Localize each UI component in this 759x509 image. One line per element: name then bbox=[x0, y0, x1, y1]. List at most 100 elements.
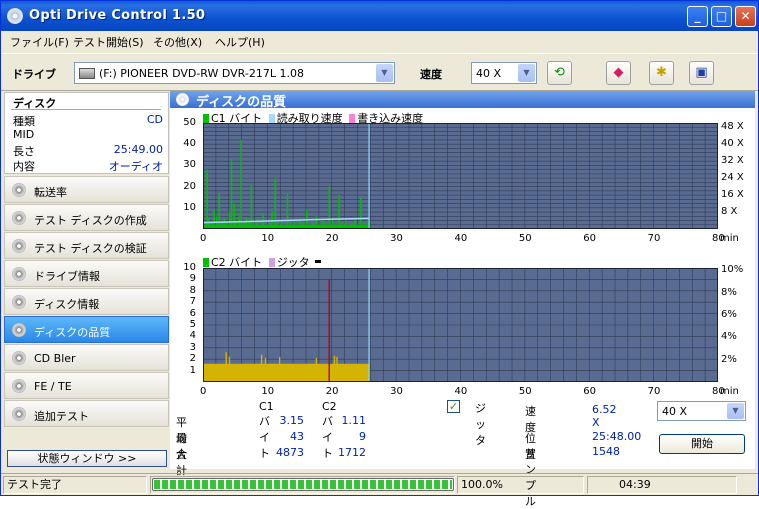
sidebar-item-label: ディスク情報 bbox=[34, 298, 100, 311]
x-tick-label: 70 bbox=[647, 386, 661, 397]
test-speed-select[interactable]: 40 X ▼ bbox=[657, 401, 746, 421]
sidebar-item[interactable]: CD Bler bbox=[4, 344, 169, 371]
menu-bar: ファイル(F) テスト開始(S) その他(X) ヘルプ(H) bbox=[1, 31, 758, 51]
y-right-tick-label: 48 X bbox=[721, 121, 744, 133]
sidebar-item-label: テスト ディスクの作成 bbox=[34, 214, 147, 227]
menu-test-start[interactable]: テスト開始(S) bbox=[73, 34, 144, 50]
disc-icon bbox=[12, 267, 26, 281]
jitter-label: ジッタ bbox=[475, 402, 486, 447]
c2-bar bbox=[264, 358, 267, 382]
x-tick-label: 40 bbox=[454, 386, 468, 397]
sidebar-item[interactable]: 追加テスト bbox=[4, 400, 169, 427]
x-unit-label: min bbox=[720, 233, 739, 244]
y-tick-label: 8 bbox=[189, 284, 196, 296]
c2-chart bbox=[203, 268, 718, 382]
y-tick-label: 7 bbox=[189, 296, 196, 308]
legend-swatch bbox=[349, 114, 356, 123]
stats-avg-c1: 3.15 bbox=[279, 414, 305, 427]
speed-stat-value: 6.52 X bbox=[592, 403, 617, 429]
disc-row-mid: MID bbox=[13, 128, 163, 142]
x-tick-label: 40 bbox=[454, 233, 468, 244]
y-tick-label: 5 bbox=[189, 319, 196, 330]
jitter-checkbox[interactable]: ✓ bbox=[447, 400, 460, 413]
y-right-tick-label: 8% bbox=[721, 286, 737, 298]
c2-base-fill bbox=[203, 363, 370, 382]
disc-info-box: ディスク 種類 CD MID 長さ 25:49.00 内容 オーディオ bbox=[4, 92, 169, 174]
y-right-tick-label: 40 X bbox=[721, 138, 744, 150]
test-speed-value: 40 X bbox=[662, 405, 688, 418]
legend-swatch bbox=[268, 114, 275, 123]
disc-icon bbox=[12, 323, 26, 337]
disc-row-content: 内容 オーディオ bbox=[13, 158, 163, 173]
stats-max-c1: 43 bbox=[290, 430, 304, 443]
sidebar-item[interactable]: ドライブ情報 bbox=[4, 260, 169, 287]
drive-select[interactable]: (F:) PIONEER DVD-RW DVR-217L 1.08 ▼ bbox=[74, 62, 395, 84]
chevron-down-icon[interactable]: ▼ bbox=[518, 64, 535, 82]
x-tick-label: 0 bbox=[200, 386, 207, 397]
disc-value: オーディオ bbox=[108, 160, 163, 173]
c2-bar bbox=[336, 356, 338, 382]
y-right-tick-label: 4% bbox=[721, 331, 737, 343]
disc-row-length: 長さ 25:49.00 bbox=[13, 143, 163, 158]
x-tick-label: 50 bbox=[518, 386, 532, 397]
window-title: Opti Drive Control 1.50 bbox=[29, 8, 206, 23]
c1-bar bbox=[360, 197, 362, 229]
y-right-tick-label: 16 X bbox=[721, 189, 744, 201]
drive-icon bbox=[79, 68, 95, 79]
legend-swatch bbox=[268, 258, 275, 267]
sidebar-item[interactable]: テスト ディスクの作成 bbox=[4, 204, 169, 231]
divider bbox=[11, 109, 161, 110]
status-window-button[interactable]: 状態ウィンドウ >> bbox=[7, 450, 167, 467]
y-tick-label: 20 bbox=[183, 180, 196, 192]
sidebar-item[interactable]: 転送率 bbox=[4, 176, 169, 203]
disc-key: 種類 bbox=[13, 115, 35, 128]
menu-help[interactable]: ヘルプ(H) bbox=[215, 34, 265, 50]
c1-bar bbox=[338, 195, 340, 229]
close-button[interactable]: ✕ bbox=[735, 6, 756, 27]
c1-bar bbox=[206, 169, 208, 229]
x-tick-label: 10 bbox=[261, 233, 275, 244]
drive-value: (F:) PIONEER DVD-RW DVR-217L 1.08 bbox=[99, 67, 304, 80]
y-tick-label: 4 bbox=[189, 330, 196, 342]
title-bar[interactable]: Opti Drive Control 1.50 _ □ ✕ bbox=[1, 1, 758, 31]
maximize-button[interactable]: □ bbox=[711, 6, 732, 27]
sidebar-item-label: 転送率 bbox=[34, 186, 67, 199]
sidebar-item[interactable]: ディスクの品質 bbox=[4, 316, 169, 343]
settings-icon[interactable]: ✱ bbox=[649, 61, 674, 85]
legend-marker bbox=[315, 260, 322, 263]
y-tick-label: 2 bbox=[189, 353, 196, 365]
y-right-tick-label: 6% bbox=[721, 308, 737, 320]
eraser-icon[interactable]: ◆ bbox=[606, 61, 631, 85]
chevron-down-icon[interactable]: ▼ bbox=[727, 403, 744, 419]
stats-max-c2: 9 bbox=[359, 430, 366, 443]
speed-label: 速度 bbox=[420, 68, 442, 81]
x-tick-label: 0 bbox=[200, 233, 207, 244]
progress-fill bbox=[154, 480, 452, 489]
y-tick-label: 50 bbox=[183, 117, 196, 128]
c1-bar bbox=[328, 186, 331, 229]
disc-quality-icon bbox=[176, 93, 189, 106]
disc-value: 25:49.00 bbox=[113, 143, 163, 156]
c2-bar bbox=[328, 279, 330, 382]
y-right-tick-label: 10% bbox=[721, 264, 744, 276]
menu-file[interactable]: ファイル(F) bbox=[10, 34, 69, 50]
y-tick-label: 3 bbox=[189, 341, 196, 353]
refresh-icon[interactable]: ⟲ bbox=[547, 61, 572, 85]
y-tick-label: 9 bbox=[189, 273, 196, 285]
menu-other[interactable]: その他(X) bbox=[153, 34, 202, 50]
start-button[interactable]: 開始 bbox=[659, 434, 745, 454]
minimize-button[interactable]: _ bbox=[687, 6, 708, 27]
sidebar-item[interactable]: FE / TE bbox=[4, 372, 169, 399]
left-panel: ディスク 種類 CD MID 長さ 25:49.00 内容 オーディオ 転送率テスト … bbox=[4, 92, 169, 470]
sidebar-item[interactable]: テスト ディスクの検証 bbox=[4, 232, 169, 259]
chevron-down-icon[interactable]: ▼ bbox=[376, 64, 393, 82]
legend-swatch bbox=[203, 114, 209, 123]
sidebar-item[interactable]: ディスク情報 bbox=[4, 288, 169, 315]
drive-label: ドライブ bbox=[12, 68, 56, 81]
x-tick-label: 20 bbox=[325, 233, 339, 244]
x-tick-label: 30 bbox=[390, 233, 403, 244]
progress-bar bbox=[152, 478, 454, 491]
save-icon[interactable]: ▣ bbox=[689, 61, 714, 85]
panel-title: ディスクの品質 bbox=[196, 95, 287, 110]
speed-select[interactable]: 40 X ▼ bbox=[471, 62, 537, 84]
